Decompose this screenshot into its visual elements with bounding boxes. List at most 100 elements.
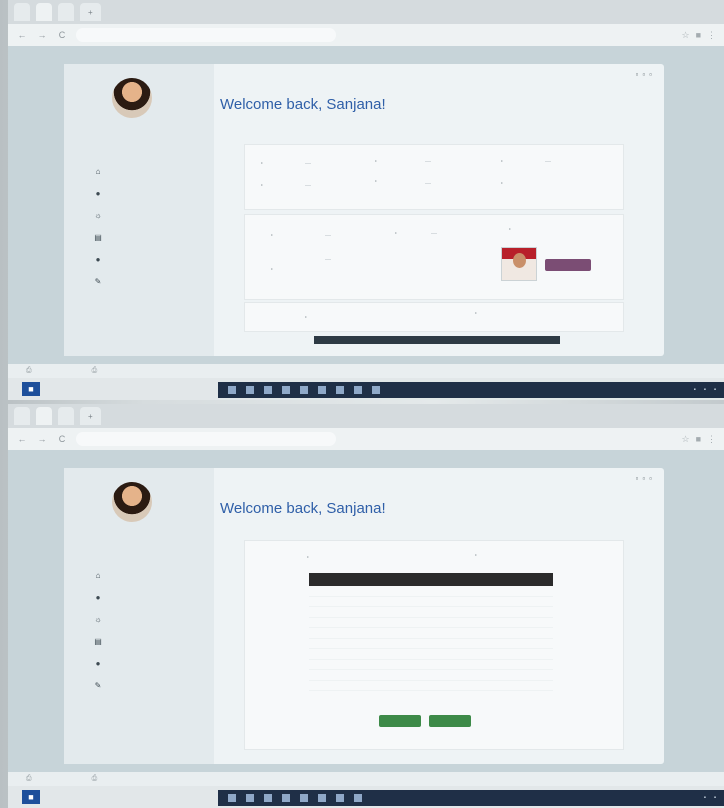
taskbar-app-icon[interactable] [336,386,344,394]
table-row[interactable] [309,618,553,628]
field-label: · [305,315,307,321]
star-icon[interactable]: ☆ [681,30,689,41]
table-row[interactable] [309,681,553,691]
browser-tab[interactable] [14,3,30,21]
taskbar-app-icon[interactable] [300,794,308,802]
taskbar-app-icon[interactable] [228,794,236,802]
table-panel: · · [244,540,624,750]
browser-tab[interactable] [58,3,74,21]
sidebar-item-leave[interactable]: ▤ [94,226,110,248]
menu-icon[interactable]: ⋮ [707,434,716,445]
extensions-icon[interactable]: ■ [696,434,701,445]
tray-icon[interactable]: ▪ [704,387,706,393]
close-icon[interactable]: ▫ [649,474,652,483]
minimize-icon[interactable]: ▫ [635,70,638,79]
welcome-heading: Welcome back, Sanjana! [220,96,386,113]
minimize-icon[interactable]: ▫ [635,474,638,483]
download-item[interactable]: ⎙ [92,775,98,783]
table-row[interactable] [309,670,553,681]
extensions-icon[interactable]: ■ [696,30,701,41]
upload-photo-button[interactable] [545,259,591,271]
taskbar-app-icon[interactable] [318,794,326,802]
taskbar-app-icon[interactable] [228,386,236,394]
reload-icon[interactable]: C [56,30,68,40]
table-row[interactable] [309,660,553,670]
download-item[interactable]: ⎙ [26,775,32,783]
submit-button[interactable] [429,715,471,727]
forward-icon[interactable]: → [36,30,48,40]
sidebar-item-documents[interactable]: ☼ [94,608,110,630]
download-item[interactable]: ⎙ [26,367,32,375]
windows-start-icon[interactable]: ■ [22,790,40,804]
tray-icon[interactable]: ▪ [704,795,706,801]
sidebar-item-leave[interactable]: ▤ [94,630,110,652]
taskbar-app-icon[interactable] [300,386,308,394]
sidebar-item-profile[interactable]: ● [94,586,110,608]
browser-tab[interactable] [14,407,30,425]
table-row[interactable] [309,586,553,597]
back-icon[interactable]: ← [16,434,28,444]
user-avatar [112,482,152,522]
taskbar-app-icon[interactable] [354,794,362,802]
field-label: · [475,553,477,559]
sidebar-item-settings[interactable]: ● [94,652,110,674]
form-footer-panel: · · [244,302,624,332]
taskbar-app-icon[interactable] [318,386,326,394]
browser-tab-active[interactable] [36,407,52,425]
sidebar-item-settings[interactable]: ● [94,248,110,270]
maximize-icon[interactable]: ▫ [642,70,645,79]
table-row[interactable] [309,649,553,660]
close-icon[interactable]: ▫ [649,70,652,79]
sidebar-item-home[interactable]: ⌂ [94,564,110,586]
back-icon[interactable]: ← [16,30,28,40]
sidebar-item-home[interactable]: ⌂ [94,160,110,182]
browser-tab-active[interactable] [36,3,52,21]
tray-icon[interactable]: ▪ [714,387,716,393]
sidebar-item-profile[interactable]: ● [94,182,110,204]
main-content: ▫ ▫ ▫ Welcome back, Sanjana! · · [214,468,664,764]
address-bar: ← → C ☆ ■ ⋮ [8,24,724,46]
menu-icon[interactable]: ⋮ [707,30,716,41]
url-field[interactable] [76,432,336,446]
url-field[interactable] [76,28,336,42]
browser-tab[interactable] [58,407,74,425]
taskbar-app-icon[interactable] [336,794,344,802]
download-item[interactable]: ⎙ [92,367,98,375]
page-viewport: ⌂ ● ☼ ▤ ● ✎ ▫ ▫ ▫ Welcome back, Sanjana! [8,46,724,364]
taskbar-app-icon[interactable] [246,794,254,802]
sidebar-item-documents[interactable]: ☼ [94,204,110,226]
tray-icon[interactable]: ▪ [694,387,696,393]
horizontal-scrollbar[interactable] [314,336,560,344]
tray-icon[interactable]: ▪ [714,795,716,801]
table-header [309,573,553,586]
windows-start-icon[interactable]: ■ [22,382,40,396]
star-icon[interactable]: ☆ [681,434,689,445]
save-button[interactable] [379,715,421,727]
forward-icon[interactable]: → [36,434,48,444]
taskbar-app-icon[interactable] [282,794,290,802]
field-value: — [431,231,437,237]
window-controls: ▫ ▫ ▫ [635,474,652,483]
taskbar-app-icon[interactable] [264,794,272,802]
field-label: · [261,183,263,189]
taskbar-app-icon[interactable] [354,386,362,394]
reload-icon[interactable]: C [56,434,68,444]
new-tab-button[interactable]: + [80,407,101,425]
field-value: — [545,159,551,165]
profile-photo [501,247,537,281]
new-tab-button[interactable]: + [80,3,101,21]
table-row[interactable] [309,639,553,649]
sidebar-menu: ⌂ ● ☼ ▤ ● ✎ [94,564,110,696]
table-row[interactable] [309,628,553,639]
taskbar-app-icon[interactable] [264,386,272,394]
field-value: — [425,181,431,187]
table-row[interactable] [309,597,553,607]
field-label: · [271,233,273,239]
sidebar-item-logout[interactable]: ✎ [94,270,110,292]
sidebar-item-logout[interactable]: ✎ [94,674,110,696]
taskbar-app-icon[interactable] [246,386,254,394]
table-row[interactable] [309,607,553,618]
taskbar-app-icon[interactable] [372,386,380,394]
taskbar-app-icon[interactable] [282,386,290,394]
maximize-icon[interactable]: ▫ [642,474,645,483]
